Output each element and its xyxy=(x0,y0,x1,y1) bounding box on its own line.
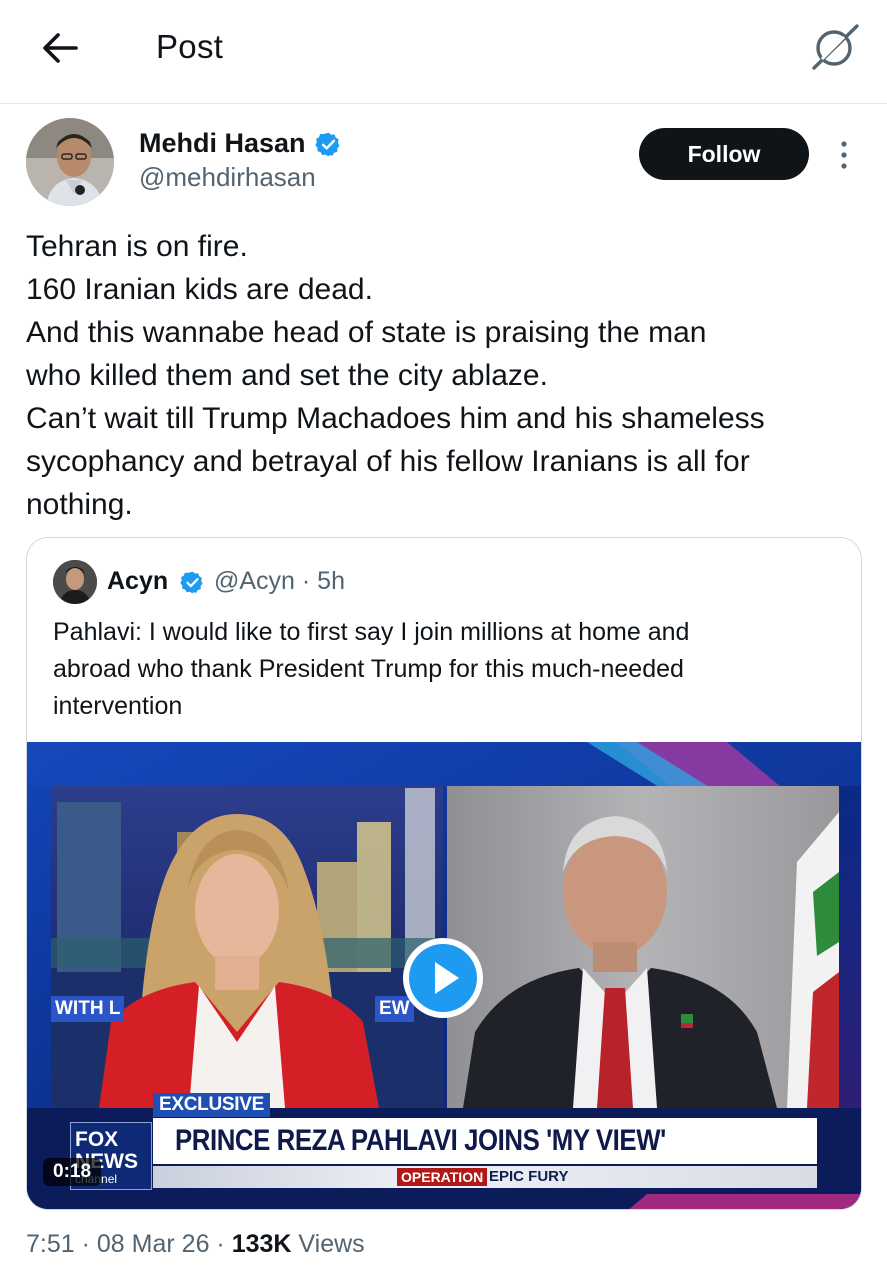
arrow-left-icon[interactable] xyxy=(38,26,82,70)
tweet-line: And this wannabe head of state is praisi… xyxy=(26,316,707,349)
post-date: 08 Mar 26 xyxy=(96,1230,210,1258)
views-count[interactable]: 133K xyxy=(232,1230,292,1258)
page-title: Post xyxy=(156,28,224,65)
tweet-line: who killed them and set the city ablaze. xyxy=(26,359,548,392)
top-bar: Post xyxy=(0,0,887,104)
tweet-line: 160 Iranian kids are dead. xyxy=(26,273,373,306)
follow-button[interactable]: Follow xyxy=(639,128,809,180)
play-icon[interactable] xyxy=(401,936,485,1020)
separator-dot: · xyxy=(81,1230,90,1258)
author-name[interactable]: Mehdi Hasan xyxy=(139,128,306,159)
tweet-line: Can’t wait till Trump Machadoes him and … xyxy=(26,402,765,435)
quoted-author-name[interactable]: Acyn xyxy=(107,567,168,596)
tweet-text: Tehran is on fire. 160 Iranian kids are … xyxy=(26,225,876,526)
quoted-post-card[interactable]: Acyn @Acyn · 5h Pahlavi: I would like to… xyxy=(26,537,862,1210)
video-player[interactable]: WITH L EW EXCLUSIVE PRINCE REZA PAHLAVI … xyxy=(27,742,861,1209)
quoted-line: intervention xyxy=(53,692,183,720)
quoted-author-avatar[interactable] xyxy=(53,560,97,604)
quoted-line: Pahlavi: I would like to first say I joi… xyxy=(53,618,690,646)
post-footer: 7:51 · 08 Mar 26 · 133K Views xyxy=(26,1230,365,1259)
author-handle[interactable]: @mehdirhasan xyxy=(139,162,316,193)
network-logo-line: FOX xyxy=(75,1128,119,1151)
post-time: 7:51 xyxy=(26,1230,75,1258)
left-panel-label: WITH L xyxy=(51,996,125,1022)
operation-badge: OPERATION xyxy=(397,1168,488,1186)
views-label: Views xyxy=(298,1230,365,1258)
more-options-icon[interactable] xyxy=(832,138,856,172)
grok-icon[interactable] xyxy=(808,20,862,74)
author-avatar[interactable] xyxy=(26,118,114,206)
exclusive-badge: EXCLUSIVE xyxy=(153,1093,270,1117)
headline-text: PRINCE REZA PAHLAVI JOINS 'MY VIEW' xyxy=(175,1124,666,1157)
verified-badge-icon xyxy=(315,132,340,157)
operation-name: EPIC FURY xyxy=(489,1168,569,1185)
quoted-handle-time: @Acyn · 5h xyxy=(214,567,345,595)
headline-chyron: PRINCE REZA PAHLAVI JOINS 'MY VIEW' xyxy=(153,1118,817,1164)
verified-badge-icon xyxy=(180,571,203,594)
video-duration: 0:18 xyxy=(43,1158,102,1186)
quoted-line: abroad who thank President Trump for thi… xyxy=(53,655,684,683)
tweet-line: nothing. xyxy=(26,488,133,521)
quoted-text: Pahlavi: I would like to first say I joi… xyxy=(53,614,843,725)
separator-dot: · xyxy=(216,1230,225,1258)
tweet-line: Tehran is on fire. xyxy=(26,230,248,263)
tweet-line: sycophancy and betrayal of his fellow Ir… xyxy=(26,445,750,478)
